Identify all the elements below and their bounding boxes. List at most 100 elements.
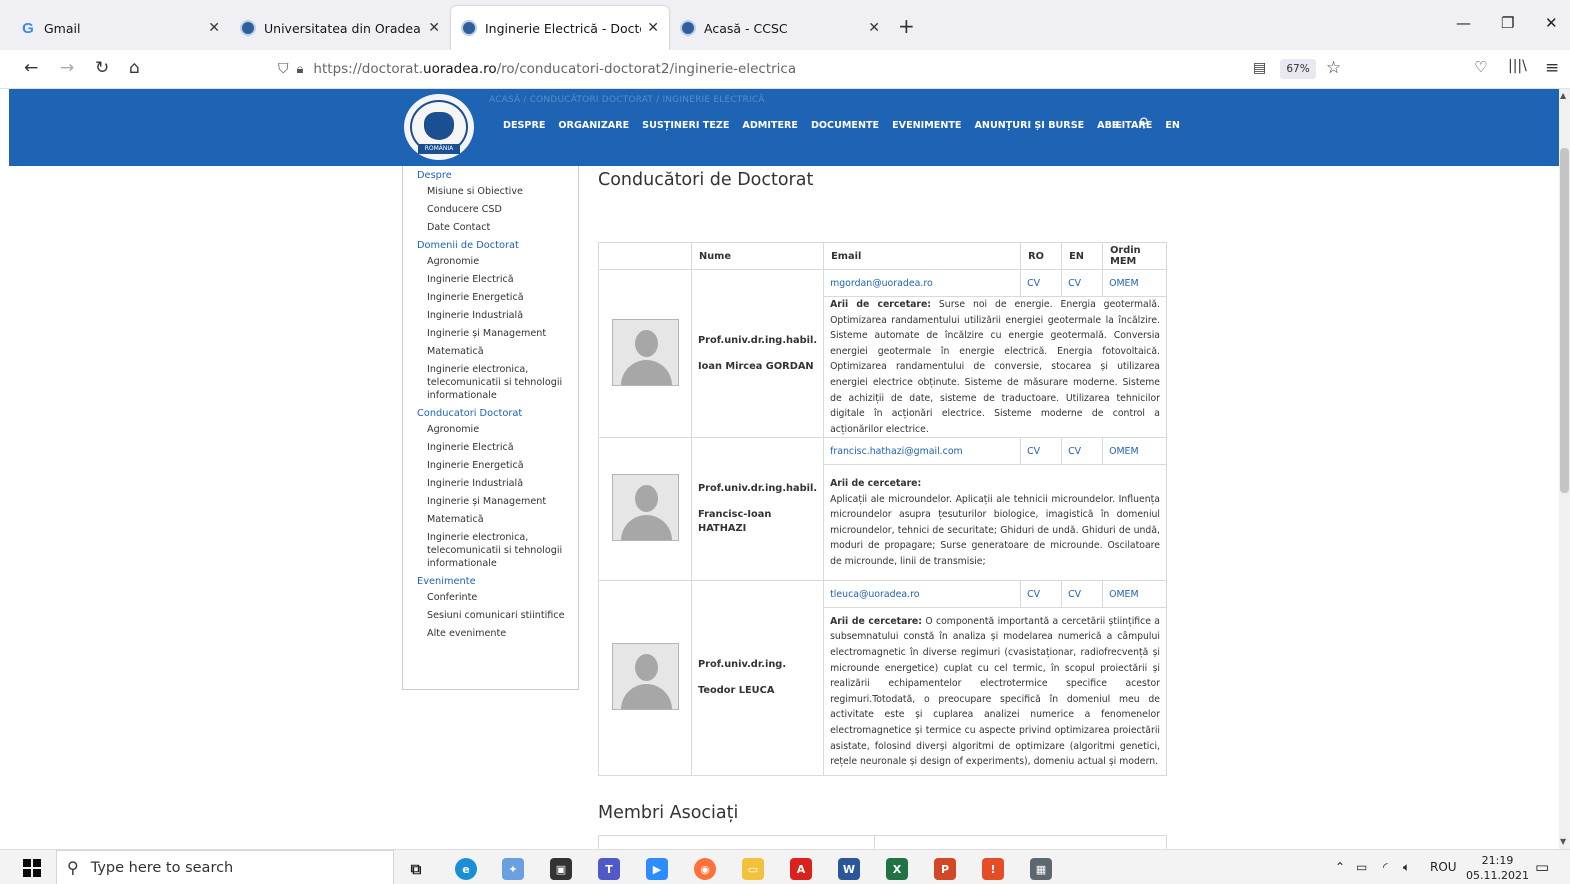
cv-en-link[interactable]: CV: [1068, 589, 1081, 600]
firefox-icon[interactable]: ◉: [694, 858, 716, 880]
email-link[interactable]: mgordan@uoradea.ro: [830, 278, 933, 289]
sidebar-item[interactable]: Inginerie electronica, telecomunicatii s…: [417, 531, 578, 570]
menu-organizare[interactable]: ORGANIZARE: [558, 120, 629, 131]
email-link[interactable]: tleuca@uoradea.ro: [830, 589, 919, 600]
sidebar-item[interactable]: Inginerie Industrială: [417, 477, 578, 490]
minimize-icon[interactable]: —: [1456, 14, 1471, 32]
close-tab-icon[interactable]: ✕: [208, 20, 220, 36]
sidebar-section-evenimente[interactable]: Evenimente: [417, 576, 578, 587]
sidebar-item[interactable]: Conferinte: [417, 591, 578, 604]
word-icon[interactable]: W: [838, 858, 860, 880]
sidebar-item[interactable]: Sesiuni comunicari stiintifice: [417, 609, 578, 622]
clock[interactable]: 21:19 05.11.2021: [1466, 853, 1529, 883]
edge-icon[interactable]: e: [455, 858, 477, 880]
ro-cell: CV: [1020, 580, 1063, 609]
menu-documente[interactable]: DOCUMENTE: [811, 120, 879, 131]
sidebar-item[interactable]: Agronomie: [417, 423, 578, 436]
shield-icon[interactable]: ⛉: [278, 61, 289, 77]
menu-admitere[interactable]: ADMITERE: [742, 120, 798, 131]
reload-icon[interactable]: ↻: [95, 58, 109, 78]
menu-en[interactable]: EN: [1165, 120, 1180, 131]
calculator-icon[interactable]: ▦: [1030, 858, 1052, 880]
tab-inginerie-electrica[interactable]: Inginerie Electrică - Doctorat Ur ✕: [451, 6, 669, 50]
sidebar-section-conducatori[interactable]: Conducatori Doctorat: [417, 408, 578, 419]
sidebar-item[interactable]: Conducere CSD: [417, 203, 578, 216]
omem-link[interactable]: OMEM: [1109, 446, 1138, 457]
omem-link[interactable]: OMEM: [1109, 278, 1138, 289]
cv-en-link[interactable]: CV: [1068, 278, 1081, 289]
zoom-icon[interactable]: ▶: [646, 858, 668, 880]
sidebar-item[interactable]: Matematică: [417, 513, 578, 526]
windows-start-icon[interactable]: [23, 859, 41, 877]
new-tab-plus-icon[interactable]: +: [898, 14, 915, 38]
close-tab-icon[interactable]: ✕: [647, 20, 659, 36]
scroll-down-arrow-icon[interactable]: ▼: [1560, 837, 1566, 846]
back-arrow-icon[interactable]: ←: [24, 58, 38, 78]
omem-link[interactable]: OMEM: [1109, 589, 1138, 600]
sidebar-item[interactable]: Inginerie și Management: [417, 495, 578, 508]
tab-ccsc[interactable]: Acasă - CCSC ✕: [670, 6, 890, 50]
acrobat-icon[interactable]: A: [790, 858, 812, 880]
volume-icon[interactable]: 🔈︎: [1403, 860, 1410, 875]
app-icon[interactable]: !: [982, 858, 1004, 880]
sidebar-item[interactable]: Inginerie Electrică: [417, 441, 578, 454]
hamburger-menu-icon[interactable]: ≡: [1111, 117, 1123, 133]
tab-universitatea[interactable]: Universitatea din Oradea | Unive ✕: [230, 6, 450, 50]
excel-icon[interactable]: X: [886, 858, 908, 880]
scroll-up-arrow-icon[interactable]: ▲: [1560, 91, 1566, 100]
university-logo[interactable]: ROMÂNIA: [401, 91, 477, 163]
lock-icon[interactable]: 🔒︎: [297, 62, 304, 77]
cv-en-link[interactable]: CV: [1068, 446, 1081, 457]
language-indicator[interactable]: ROU: [1430, 860, 1457, 874]
sidebar-item[interactable]: Date Contact: [417, 221, 578, 234]
close-window-icon[interactable]: ✕: [1545, 14, 1558, 32]
sidebar-item[interactable]: Misiune si Obiective: [417, 185, 578, 198]
search-icon[interactable]: ⚲: [1139, 116, 1149, 131]
task-view-icon[interactable]: ⧉: [405, 858, 427, 880]
library-icon[interactable]: |||\: [1508, 58, 1527, 74]
teams-icon[interactable]: T: [598, 858, 620, 880]
menu-icon[interactable]: ≡: [1545, 58, 1559, 78]
sidebar-item[interactable]: Inginerie Electrică: [417, 273, 578, 286]
notifications-icon[interactable]: ▭: [1535, 858, 1549, 876]
sidebar-section-despre[interactable]: Despre: [417, 170, 578, 181]
pocket-icon[interactable]: ♡: [1474, 58, 1487, 76]
sidebar-item[interactable]: Agronomie: [417, 255, 578, 268]
tray-chevron-up-icon[interactable]: ⌃: [1335, 860, 1345, 874]
sidebar-item[interactable]: Inginerie și Management: [417, 327, 578, 340]
sidebar-item[interactable]: Inginerie electronica, telecomunicatii s…: [417, 363, 578, 402]
app-icon[interactable]: ✦: [502, 858, 524, 880]
home-icon[interactable]: ⌂: [129, 58, 140, 78]
menu-despre[interactable]: DESPRE: [503, 120, 545, 131]
en-cell: CV: [1061, 580, 1104, 609]
forward-arrow-icon[interactable]: →: [60, 58, 74, 78]
menu-evenimente[interactable]: EVENIMENTE: [892, 120, 961, 131]
cv-ro-link[interactable]: CV: [1027, 589, 1040, 600]
reader-view-icon[interactable]: ▤: [1253, 60, 1266, 76]
sidebar-item[interactable]: Alte evenimente: [417, 627, 578, 640]
sidebar-item[interactable]: Matematică: [417, 345, 578, 358]
close-tab-icon[interactable]: ✕: [868, 20, 880, 36]
sidebar-item[interactable]: Inginerie Energetică: [417, 459, 578, 472]
taskbar-search-box[interactable]: ⚲ Type here to search: [56, 850, 394, 884]
sidebar-item[interactable]: Inginerie Industrială: [417, 309, 578, 322]
tab-gmail[interactable]: G Gmail ✕: [10, 6, 230, 50]
sidebar-item[interactable]: Inginerie Energetică: [417, 291, 578, 304]
menu-anunturi-burse[interactable]: ANUNȚURI ȘI BURSE: [974, 120, 1084, 131]
scrollbar-thumb[interactable]: [1560, 148, 1569, 493]
cv-ro-link[interactable]: CV: [1027, 446, 1040, 457]
close-tab-icon[interactable]: ✕: [428, 20, 440, 36]
restore-icon[interactable]: ❐: [1501, 14, 1514, 32]
email-link[interactable]: francisc.hathazi@gmail.com: [830, 446, 963, 457]
address-bar[interactable]: ⛉ 🔒︎ https://doctorat. uoradea.ro/ro/cond…: [268, 54, 1358, 84]
file-explorer-icon[interactable]: ▭: [742, 858, 764, 880]
cv-ro-link[interactable]: CV: [1027, 278, 1040, 289]
menu-sustineri-teze[interactable]: SUSȚINERI TEZE: [642, 120, 729, 131]
bookmark-star-icon[interactable]: ☆: [1326, 58, 1341, 78]
zoom-level[interactable]: 67%: [1280, 59, 1316, 79]
sidebar-section-domenii[interactable]: Domenii de Doctorat: [417, 240, 578, 251]
powerpoint-icon[interactable]: P: [934, 858, 956, 880]
battery-icon[interactable]: ▭: [1356, 860, 1367, 874]
wifi-icon[interactable]: ◜: [1383, 860, 1388, 874]
store-icon[interactable]: ▣: [550, 858, 572, 880]
